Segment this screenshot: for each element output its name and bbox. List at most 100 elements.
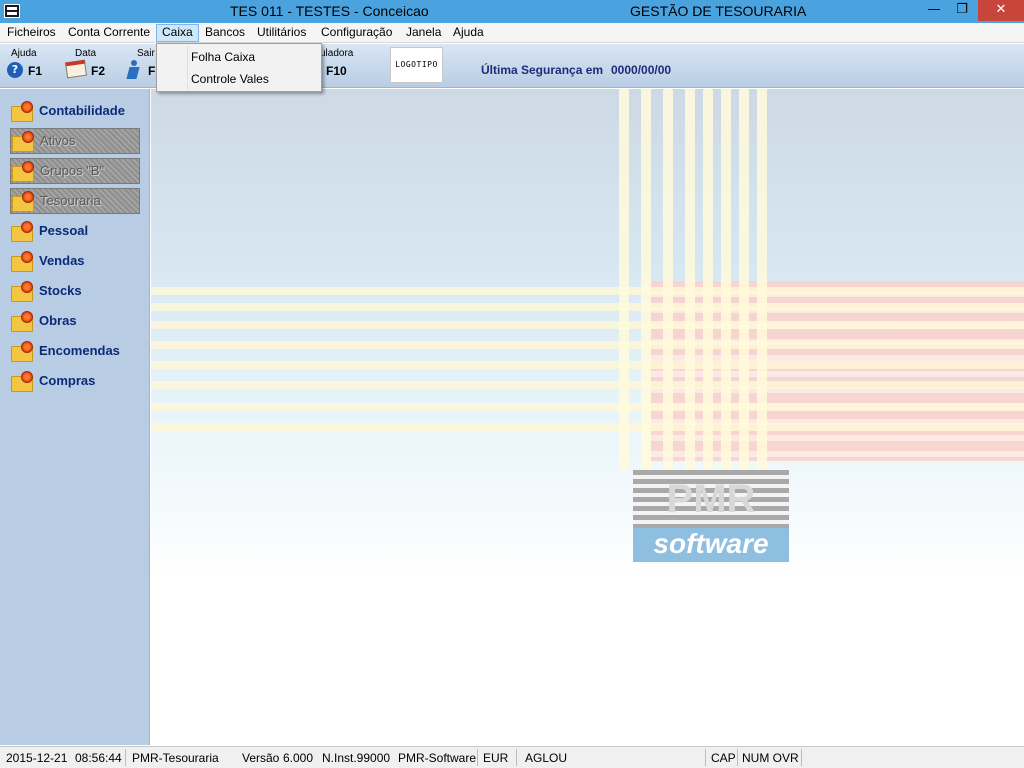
menu-conta-corrente[interactable]: Conta Corrente [63,24,155,42]
background-stripe [151,423,1024,431]
status-currency: EUR [483,751,509,765]
sidebar-item-ativos: Ativos [10,128,140,154]
help-label: Ajuda [11,48,37,59]
menu-utilitarios[interactable]: Utilitários [252,24,311,42]
sidebar-item-label: Pessoal [39,223,89,238]
folder-gear-icon [12,131,34,152]
background-stripe [641,89,651,469]
menu-item-folha-caixa[interactable]: Folha Caixa [191,50,255,64]
sidebar-item-pessoal[interactable]: Pessoal [10,219,140,245]
date-button[interactable]: Data F2 [64,47,110,85]
status-module: PMR-Tesouraria [132,751,219,765]
maximize-button[interactable]: ❐ [948,0,976,21]
exit-button[interactable]: Sair F [125,47,157,85]
caixa-dropdown: Folha Caixa Controle Vales [156,43,322,92]
menu-bar: Ficheiros Conta Corrente Caixa Bancos Ut… [0,23,1024,43]
status-date: 2015-12-21 [6,751,68,765]
sidebar-item-label: Encomendas [39,343,120,358]
sidebar-item-label: Compras [39,373,96,388]
status-version: 6.000 [283,751,314,765]
sidebar-item-label: Vendas [39,253,85,268]
background-stripe [151,303,1024,311]
background-stripe [151,287,1024,295]
menu-ficheiros[interactable]: Ficheiros [2,24,61,42]
main-workspace: PMR software [151,89,1024,745]
sidebar-item-encomendas[interactable]: Encomendas [10,339,140,365]
security-label: Última Segurança em [481,63,604,77]
pmr-logo: PMR [633,470,789,528]
folder-gear-icon [11,371,33,392]
sidebar-item-compras[interactable]: Compras [10,369,140,395]
status-user: AGLOU [525,751,568,765]
app-title: GESTÃO DE TESOURARIA [630,3,807,19]
menu-janela[interactable]: Janela [401,24,446,42]
menu-caixa[interactable]: Caixa [156,24,199,42]
background-stripe [151,361,1024,369]
folder-gear-icon [11,341,33,362]
sidebar-item-stocks[interactable]: Stocks [10,279,140,305]
calculator-label: uladora [320,48,354,59]
sidebar-item-vendas[interactable]: Vendas [10,249,140,275]
module-sidebar: Contabilidade Ativos Grupos "B" Tesourar… [0,89,150,745]
background-stripe [703,89,713,469]
status-cap: CAP [711,751,736,765]
sidebar-item-grupos-b: Grupos "B" [10,158,140,184]
sidebar-item-label: Stocks [39,283,82,298]
app-icon[interactable] [4,4,20,18]
sidebar-item-obras[interactable]: Obras [10,309,140,335]
calendar-icon [64,59,88,79]
calculator-key: F10 [326,64,347,78]
menu-configuracao[interactable]: Configuração [316,24,397,42]
background-stripe [151,341,1024,349]
background-stripe [619,89,629,469]
date-key: F2 [91,64,106,78]
sidebar-item-label: Grupos "B" [40,163,105,178]
sidebar-item-label: Contabilidade [39,103,125,118]
menu-ajuda[interactable]: Ajuda [448,24,489,42]
sidebar-item-tesouraria: Tesouraria [10,188,140,214]
close-button[interactable]: ✕ [978,0,1024,21]
security-date: 0000/00/00 [611,63,672,77]
background-stripe [151,321,1024,329]
background-stripe [685,89,695,469]
status-divider [705,749,706,766]
software-logo-text: software [633,528,789,562]
help-key: F1 [28,64,43,78]
status-version-label: Versão [242,751,280,765]
logotipo-box: LOGOTIPO [390,47,443,83]
running-man-icon [125,60,143,82]
status-vendor: PMR-Software [398,751,477,765]
background-stripe [663,89,673,469]
folder-gear-icon [12,161,34,182]
status-divider [801,749,802,766]
status-installation: N.Inst.99000 [322,751,391,765]
sidebar-item-label: Ativos [40,133,76,148]
date-label: Data [75,48,97,59]
help-icon: ? [7,62,23,78]
menu-item-controle-vales[interactable]: Controle Vales [191,72,269,86]
title-bar: TES 011 - TESTES - Conceicao GESTÃO DE T… [0,0,1024,23]
menu-bancos[interactable]: Bancos [200,24,250,42]
sidebar-item-label: Tesouraria [40,193,101,208]
status-bar: 2015-12-21 08:56:44 PMR-Tesouraria Versã… [0,746,1024,768]
exit-label: Sair [137,48,155,59]
status-divider [516,749,517,766]
minimize-button[interactable]: — [920,0,948,21]
folder-gear-icon [11,251,33,272]
background-stripe [757,89,767,469]
folder-gear-icon [11,101,33,122]
background-stripe [151,381,1024,389]
folder-gear-icon [11,311,33,332]
status-divider [477,749,478,766]
folder-gear-icon [11,281,33,302]
sidebar-item-contabilidade[interactable]: Contabilidade [10,99,140,125]
status-time: 08:56:44 [75,751,122,765]
background-stripe [739,89,749,469]
status-divider [737,749,738,766]
help-button[interactable]: Ajuda ? F1 [7,47,47,85]
status-divider [125,749,126,766]
window-title: TES 011 - TESTES - Conceicao [230,3,429,19]
folder-gear-icon [12,191,34,212]
sidebar-item-label: Obras [39,313,77,328]
folder-gear-icon [11,221,33,242]
